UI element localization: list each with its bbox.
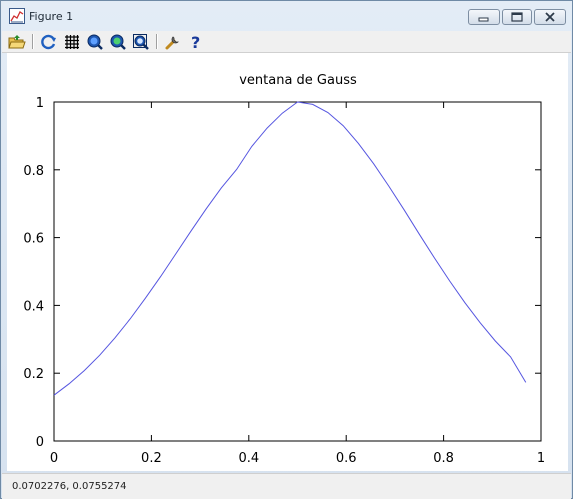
- maximize-button[interactable]: [502, 9, 532, 25]
- zoom-in-button[interactable]: [86, 33, 104, 51]
- zoom-in-icon: [87, 34, 103, 50]
- x-tick-label: 1: [537, 451, 545, 466]
- wrench-icon: [165, 36, 179, 50]
- x-tick-label: 0.4: [238, 451, 259, 466]
- zoom-out-icon: [110, 34, 126, 50]
- refresh-icon: [41, 34, 56, 50]
- figure-canvas[interactable]: ventana de Gauss 0 0.2 0.4 0.6 0.8 1 0 0.2 0.4 0.…: [7, 53, 568, 471]
- zoom-out-button[interactable]: [109, 33, 127, 51]
- x-tick-label: 0: [50, 451, 58, 466]
- close-icon: [545, 12, 555, 22]
- gauss-chart[interactable]: ventana de Gauss 0 0.2 0.4 0.6 0.8 1 0 0.2 0.4 0.…: [7, 53, 568, 471]
- y-tick-label: 0.8: [23, 164, 44, 179]
- y-tick-label: 1: [36, 96, 44, 111]
- cursor-coordinates: 0.0702276, 0.0755274: [12, 481, 127, 492]
- zoom-fit-icon: [133, 34, 149, 50]
- zoom-fit-button[interactable]: [132, 33, 150, 51]
- open-folder-button[interactable]: [8, 33, 26, 51]
- toolbar: ?: [2, 31, 571, 53]
- y-tick-label: 0: [36, 435, 44, 450]
- help-icon: ?: [191, 33, 200, 52]
- window-title: Figure 1: [29, 10, 74, 23]
- axis-ticks: [53, 101, 542, 442]
- grid-button[interactable]: [63, 33, 81, 51]
- gauss-window-line: [53, 101, 527, 396]
- toolbar-separator: [156, 34, 158, 49]
- x-tick-label: 0.8: [433, 451, 454, 466]
- toolbar-separator: [32, 34, 34, 49]
- grid-icon: [65, 35, 79, 49]
- figure-app-icon: [9, 8, 25, 24]
- status-bar: 0.0702276, 0.0755274: [2, 473, 571, 499]
- x-tick-label: 0.2: [141, 451, 162, 466]
- chart-title: ventana de Gauss: [239, 73, 357, 88]
- title-bar[interactable]: Figure 1: [1, 1, 572, 31]
- open-folder-icon: [8, 35, 26, 49]
- y-tick-label: 0.2: [23, 367, 44, 382]
- series-group: [53, 101, 527, 396]
- close-button[interactable]: [534, 9, 566, 25]
- y-tick-label: 0.4: [23, 299, 44, 314]
- maximize-icon: [511, 12, 523, 22]
- settings-button[interactable]: [164, 33, 182, 51]
- figure-window: Figure 1 ? ventana de Gauss 0 0.2 0.4 0.…: [0, 0, 573, 499]
- axis-tick-labels: 0 0.2 0.4 0.6 0.8 1 0 0.2 0.4 0.6 0.8 1: [23, 96, 545, 466]
- minimize-button[interactable]: [468, 9, 500, 25]
- help-button[interactable]: ?: [187, 33, 205, 52]
- plot-axes-box: [53, 101, 542, 442]
- refresh-button[interactable]: [40, 33, 58, 51]
- y-tick-label: 0.6: [23, 232, 44, 247]
- x-tick-label: 0.6: [336, 451, 357, 466]
- minimize-icon: [478, 17, 489, 22]
- svg-text:?: ?: [191, 33, 200, 51]
